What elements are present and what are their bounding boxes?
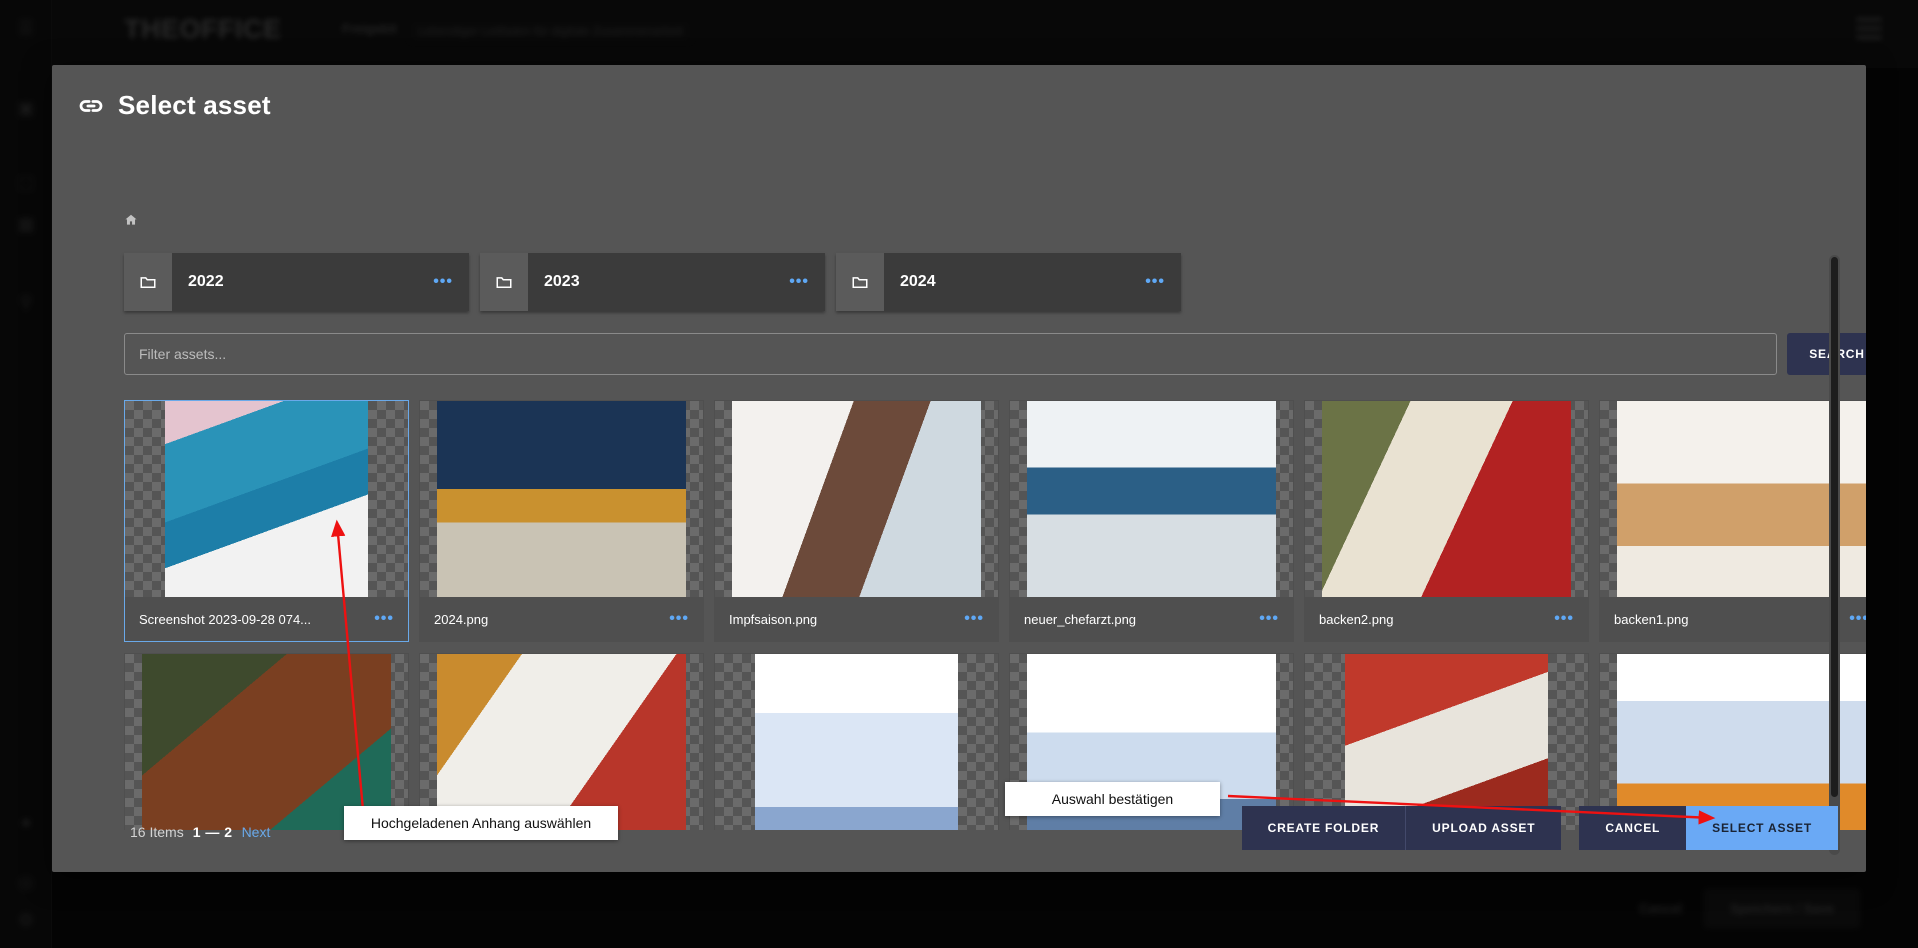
- more-options-icon[interactable]: •••: [669, 611, 689, 627]
- asset-card[interactable]: Screenshot 2023-09-28 074... •••: [124, 400, 409, 642]
- asset-card[interactable]: neuer_chefarzt.png •••: [1009, 400, 1294, 642]
- folder-card-2024[interactable]: 2024 •••: [836, 253, 1181, 311]
- more-options-icon[interactable]: •••: [1145, 274, 1165, 290]
- asset-thumbnail: [1600, 401, 1866, 597]
- home-icon[interactable]: [124, 213, 138, 227]
- asset-card[interactable]: backen2.png •••: [1304, 400, 1589, 642]
- asset-meta: Screenshot 2023-09-28 074... •••: [125, 597, 408, 641]
- page-title: Select asset: [118, 90, 271, 120]
- doctor-portrait-photo: [1026, 401, 1277, 597]
- asset-card[interactable]: 2024.png •••: [419, 400, 704, 642]
- more-options-icon[interactable]: •••: [433, 274, 453, 290]
- illustration-people-blue: [754, 654, 959, 830]
- more-options-icon[interactable]: •••: [374, 611, 394, 627]
- folder-name: 2023: [544, 273, 580, 290]
- asset-card[interactable]: [1304, 653, 1589, 830]
- modal-footer-actions: CREATE FOLDER UPLOAD ASSET CANCEL SELECT…: [1241, 806, 1838, 850]
- search-button[interactable]: SEARCH: [1787, 333, 1866, 375]
- asset-thumbnail: [420, 654, 703, 830]
- asset-meta: backen2.png •••: [1305, 597, 1588, 641]
- asset-meta: 2024.png •••: [420, 597, 703, 641]
- asset-name: Impfsaison.png: [729, 611, 818, 627]
- search-input[interactable]: [124, 333, 1777, 375]
- asset-meta: Impfsaison.png •••: [715, 597, 998, 641]
- more-options-icon[interactable]: •••: [964, 611, 984, 627]
- asset-card[interactable]: [714, 653, 999, 830]
- pagination: 16 Items 1 — 2 Next: [130, 824, 270, 840]
- asset-thumbnail: [715, 654, 998, 830]
- vaccination-photo: [731, 401, 982, 597]
- asset-card[interactable]: Impfsaison.png •••: [714, 400, 999, 642]
- asset-thumbnail: [1305, 654, 1588, 830]
- search-row: SEARCH: [124, 333, 1866, 375]
- folder-icon: [836, 253, 884, 311]
- asset-grid-viewport: Screenshot 2023-09-28 074... ••• 2024.png •…: [124, 400, 1866, 830]
- christmas-crafting-photo: [141, 654, 392, 830]
- asset-name: backen1.png: [1614, 611, 1689, 627]
- modal-header: Select asset: [76, 90, 271, 121]
- asset-meta: neuer_chefarzt.png •••: [1010, 597, 1293, 641]
- medical-team-photo: [164, 401, 369, 597]
- more-options-icon[interactable]: •••: [1849, 611, 1866, 627]
- folder-name: 2024: [900, 273, 936, 290]
- folder-card-2022[interactable]: 2022 •••: [124, 253, 469, 311]
- asset-name: neuer_chefarzt.png: [1024, 611, 1137, 627]
- folder-icon: [480, 253, 528, 311]
- more-options-icon[interactable]: •••: [1259, 611, 1279, 627]
- asset-thumbnail: [1600, 654, 1866, 830]
- link-icon: [76, 91, 106, 121]
- cancel-button[interactable]: CANCEL: [1579, 806, 1687, 850]
- scrollbar-thumb[interactable]: [1831, 257, 1838, 797]
- annotation-select-asset: Hochgeladenen Anhang auswählen: [344, 806, 618, 840]
- santa-reading-photo: [1321, 401, 1572, 597]
- asset-card[interactable]: backen1.png •••: [1599, 400, 1866, 642]
- asset-name: 2024.png: [434, 611, 489, 627]
- folder-name: 2022: [188, 273, 224, 290]
- asset-card[interactable]: [1599, 653, 1866, 830]
- folder-icon: [124, 253, 172, 311]
- asset-grid: Screenshot 2023-09-28 074... ••• 2024.png •…: [124, 400, 1866, 830]
- scrollbar-vertical[interactable]: [1829, 255, 1840, 855]
- asset-meta: backen1.png •••: [1600, 597, 1866, 641]
- asset-thumbnail: [125, 401, 408, 597]
- asset-thumbnail: [1305, 401, 1588, 597]
- items-count: 16 Items: [130, 824, 184, 840]
- asset-thumbnail: [125, 654, 408, 830]
- asset-actions-group: CREATE FOLDER UPLOAD ASSET: [1241, 806, 1562, 850]
- breadcrumb: [124, 213, 138, 227]
- folder-card-2023[interactable]: 2023 •••: [480, 253, 825, 311]
- more-options-icon[interactable]: •••: [1554, 611, 1574, 627]
- new-year-2024-photo: [436, 401, 687, 597]
- asset-name: backen2.png: [1319, 611, 1394, 627]
- upload-asset-button[interactable]: UPLOAD ASSET: [1405, 806, 1562, 850]
- asset-thumbnail: [420, 401, 703, 597]
- recipe-vegetables-photo: [436, 654, 687, 830]
- create-folder-button[interactable]: CREATE FOLDER: [1241, 806, 1406, 850]
- asset-card[interactable]: [419, 653, 704, 830]
- asset-card[interactable]: [124, 653, 409, 830]
- annotation-confirm-selection: Auswahl bestätigen: [1005, 782, 1220, 816]
- folder-list: 2022 ••• 2023 ••• 2024 •••: [124, 253, 1181, 311]
- page-range: 1 — 2: [192, 824, 233, 840]
- select-asset-modal: Select asset 2022 ••• 2023 ••• 2024 ••• …: [52, 65, 1866, 872]
- asset-thumbnail: [715, 401, 998, 597]
- santa-letter-photo: [1344, 654, 1549, 830]
- next-page-link[interactable]: Next: [242, 824, 271, 840]
- select-asset-button[interactable]: SELECT ASSET: [1686, 806, 1838, 850]
- confirm-actions-group: CANCEL SELECT ASSET: [1579, 806, 1838, 850]
- more-options-icon[interactable]: •••: [789, 274, 809, 290]
- asset-thumbnail: [1010, 401, 1293, 597]
- asset-name: Screenshot 2023-09-28 074...: [139, 611, 312, 627]
